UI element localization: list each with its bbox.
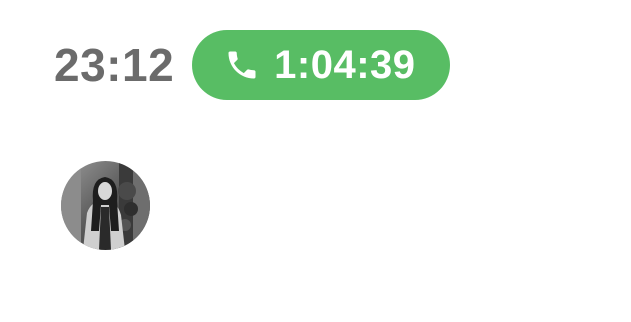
phone-icon [224,47,260,83]
avatar[interactable] [61,161,150,250]
status-bar: 23:12 1:04:39 [54,30,451,100]
clock-time: 23:12 [54,39,175,91]
call-duration: 1:04:39 [274,43,416,87]
active-call-pill[interactable]: 1:04:39 [192,30,451,100]
